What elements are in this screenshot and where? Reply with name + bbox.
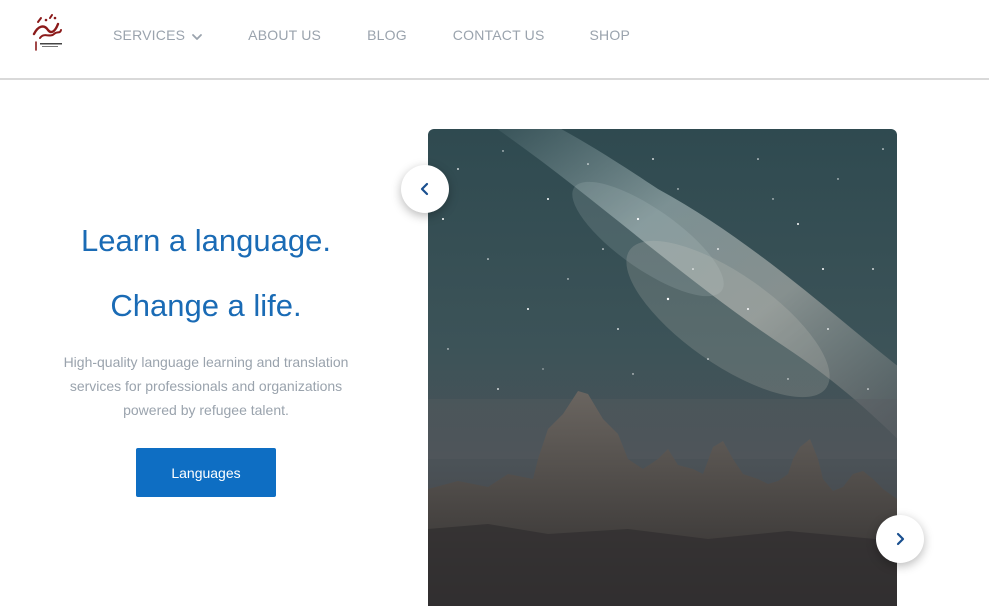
nav-blog[interactable]: BLOG (367, 26, 407, 44)
night-sky-image (428, 129, 897, 606)
nav-services[interactable]: SERVICES (113, 26, 203, 44)
hero-title-line-2: Change a life. (110, 288, 302, 323)
logo-icon (32, 14, 62, 51)
nav-services-label: SERVICES (113, 27, 186, 43)
chevron-down-icon (191, 29, 203, 41)
logo[interactable] (28, 12, 66, 52)
nav-contact-us-label: CONTACT US (452, 27, 545, 43)
nav-shop-label: SHOP (589, 27, 630, 43)
nav-shop[interactable]: SHOP (590, 26, 630, 44)
carousel-prev-button[interactable] (401, 165, 449, 213)
chevron-right-icon (896, 532, 905, 546)
nav-blog-label: BLOG (367, 27, 407, 43)
nav-about-us[interactable]: ABOUT US (248, 26, 321, 44)
site-header: SERVICES ABOUT US BLOG CONTACT US SHOP (0, 0, 989, 80)
main-nav: SERVICES ABOUT US BLOG CONTACT US SHOP (113, 26, 630, 44)
nav-contact-us[interactable]: CONTACT US (453, 26, 545, 44)
hero-image-carousel (428, 129, 897, 606)
chevron-left-icon (420, 182, 429, 196)
carousel-next-button[interactable] (876, 515, 924, 563)
hero-title-line-1: Learn a language. (81, 223, 331, 258)
languages-button[interactable]: Languages (136, 448, 276, 497)
nav-about-us-label: ABOUT US (248, 27, 322, 43)
hero-description: High-quality language learning and trans… (63, 354, 349, 418)
